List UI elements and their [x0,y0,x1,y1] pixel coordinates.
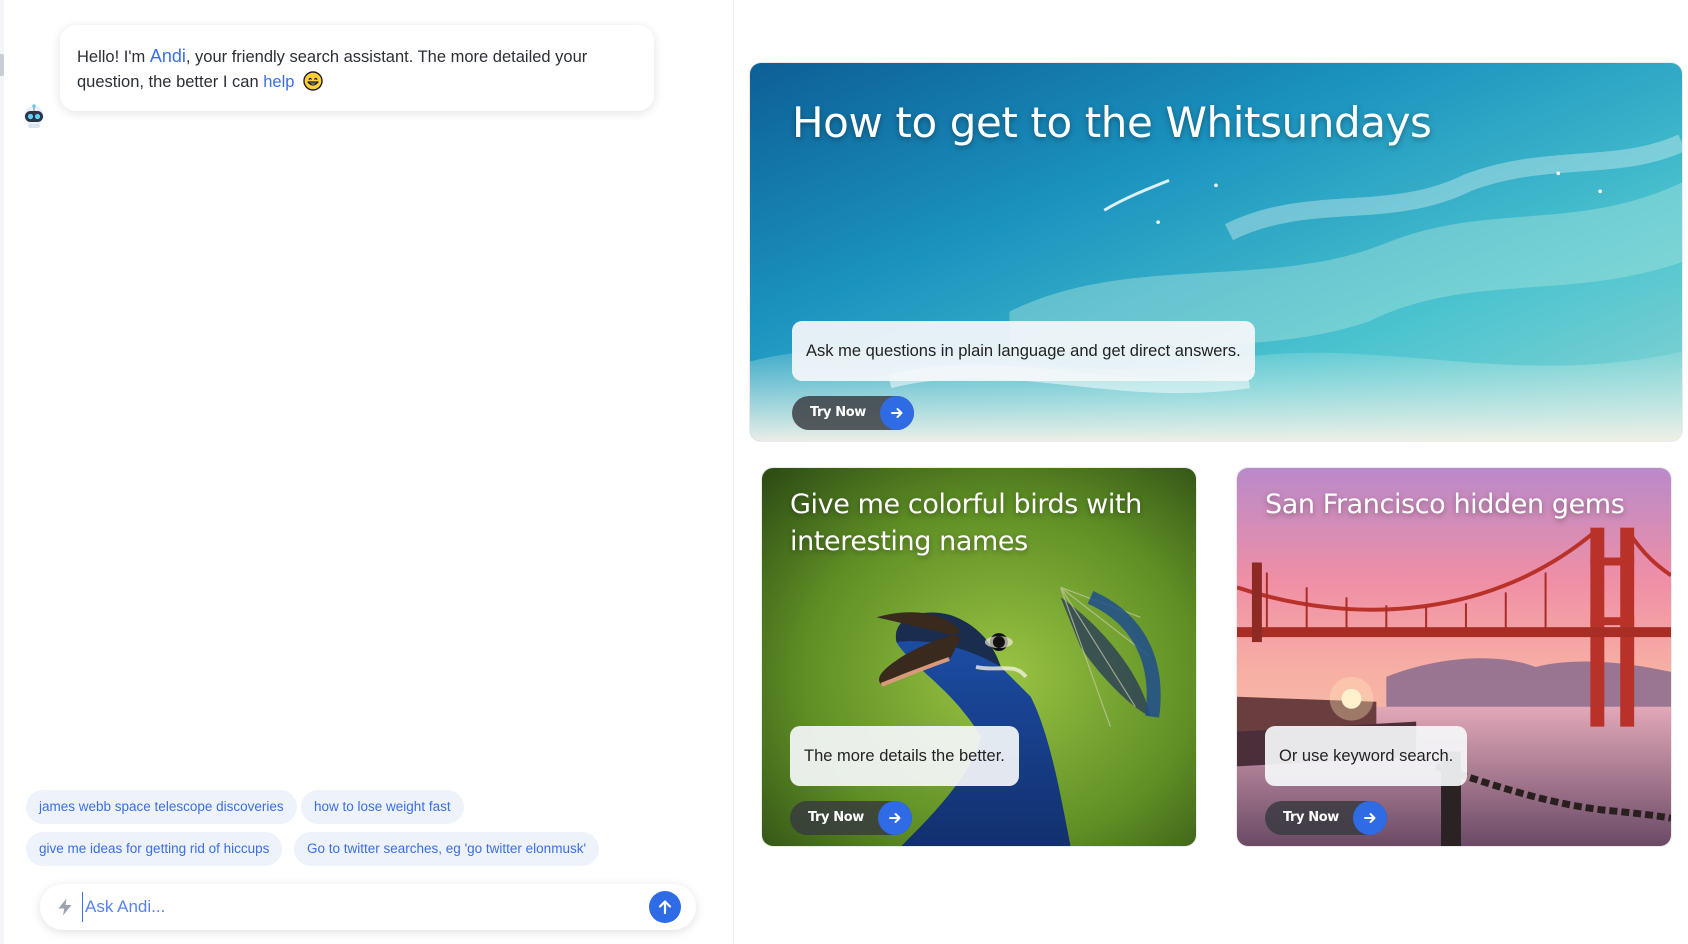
card-caption: Ask me questions in plain language and g… [792,321,1255,381]
try-now-button[interactable]: Try Now [792,396,914,430]
try-now-label: Try Now [810,405,866,420]
grinning-face-emoji-icon [303,71,323,91]
arrow-right-icon [880,396,914,430]
assistant-greeting-bubble: Hello! I'm Andi, your friendly search as… [60,25,654,111]
card-caption: The more details the better. [790,726,1019,786]
try-now-button[interactable]: Try Now [1265,801,1387,835]
send-button[interactable] [649,891,681,923]
suggestion-chip[interactable]: Go to twitter searches, eg 'go twitter e… [294,832,600,866]
try-now-button[interactable]: Try Now [790,801,912,835]
sidebar-toggle-handle[interactable] [0,54,4,76]
andi-avatar-icon [24,104,44,128]
suggestion-chip[interactable]: james webb space telescope discoveries [26,790,297,824]
try-now-label: Try Now [808,810,864,825]
left-edge-strip [0,0,4,944]
arrow-right-icon [878,801,912,835]
suggestion-chip[interactable]: how to lose weight fast [301,790,464,824]
example-card-birds[interactable]: Give me colorful birds with interesting … [761,467,1197,847]
card-caption: Or use keyword search. [1265,726,1468,786]
card-title: San Francisco hidden gems [1265,489,1625,520]
card-title: Give me colorful birds with interesting … [790,489,1142,557]
assistant-name: Andi [149,46,186,66]
bolt-icon [58,898,72,916]
suggestion-chip[interactable]: give me ideas for getting rid of hiccups [26,832,283,866]
example-card-san-francisco[interactable]: San Francisco hidden gems Or use keyword… [1236,467,1672,847]
ask-andi-input[interactable] [82,892,622,922]
chat-panel: Hello! I'm Andi, your friendly search as… [0,0,734,944]
example-card-whitsundays[interactable]: How to get to the Whitsundays Ask me que… [749,62,1683,442]
card-title: How to get to the Whitsundays [792,98,1432,147]
try-now-label: Try Now [1283,810,1339,825]
arrow-right-icon [1353,801,1387,835]
greeting-prefix-text: Hello! I'm [77,48,150,66]
ask-bar [40,884,696,930]
golden-gate-bridge-image [1237,468,1671,846]
help-link[interactable]: help [263,73,294,91]
arrow-up-icon [658,900,672,915]
